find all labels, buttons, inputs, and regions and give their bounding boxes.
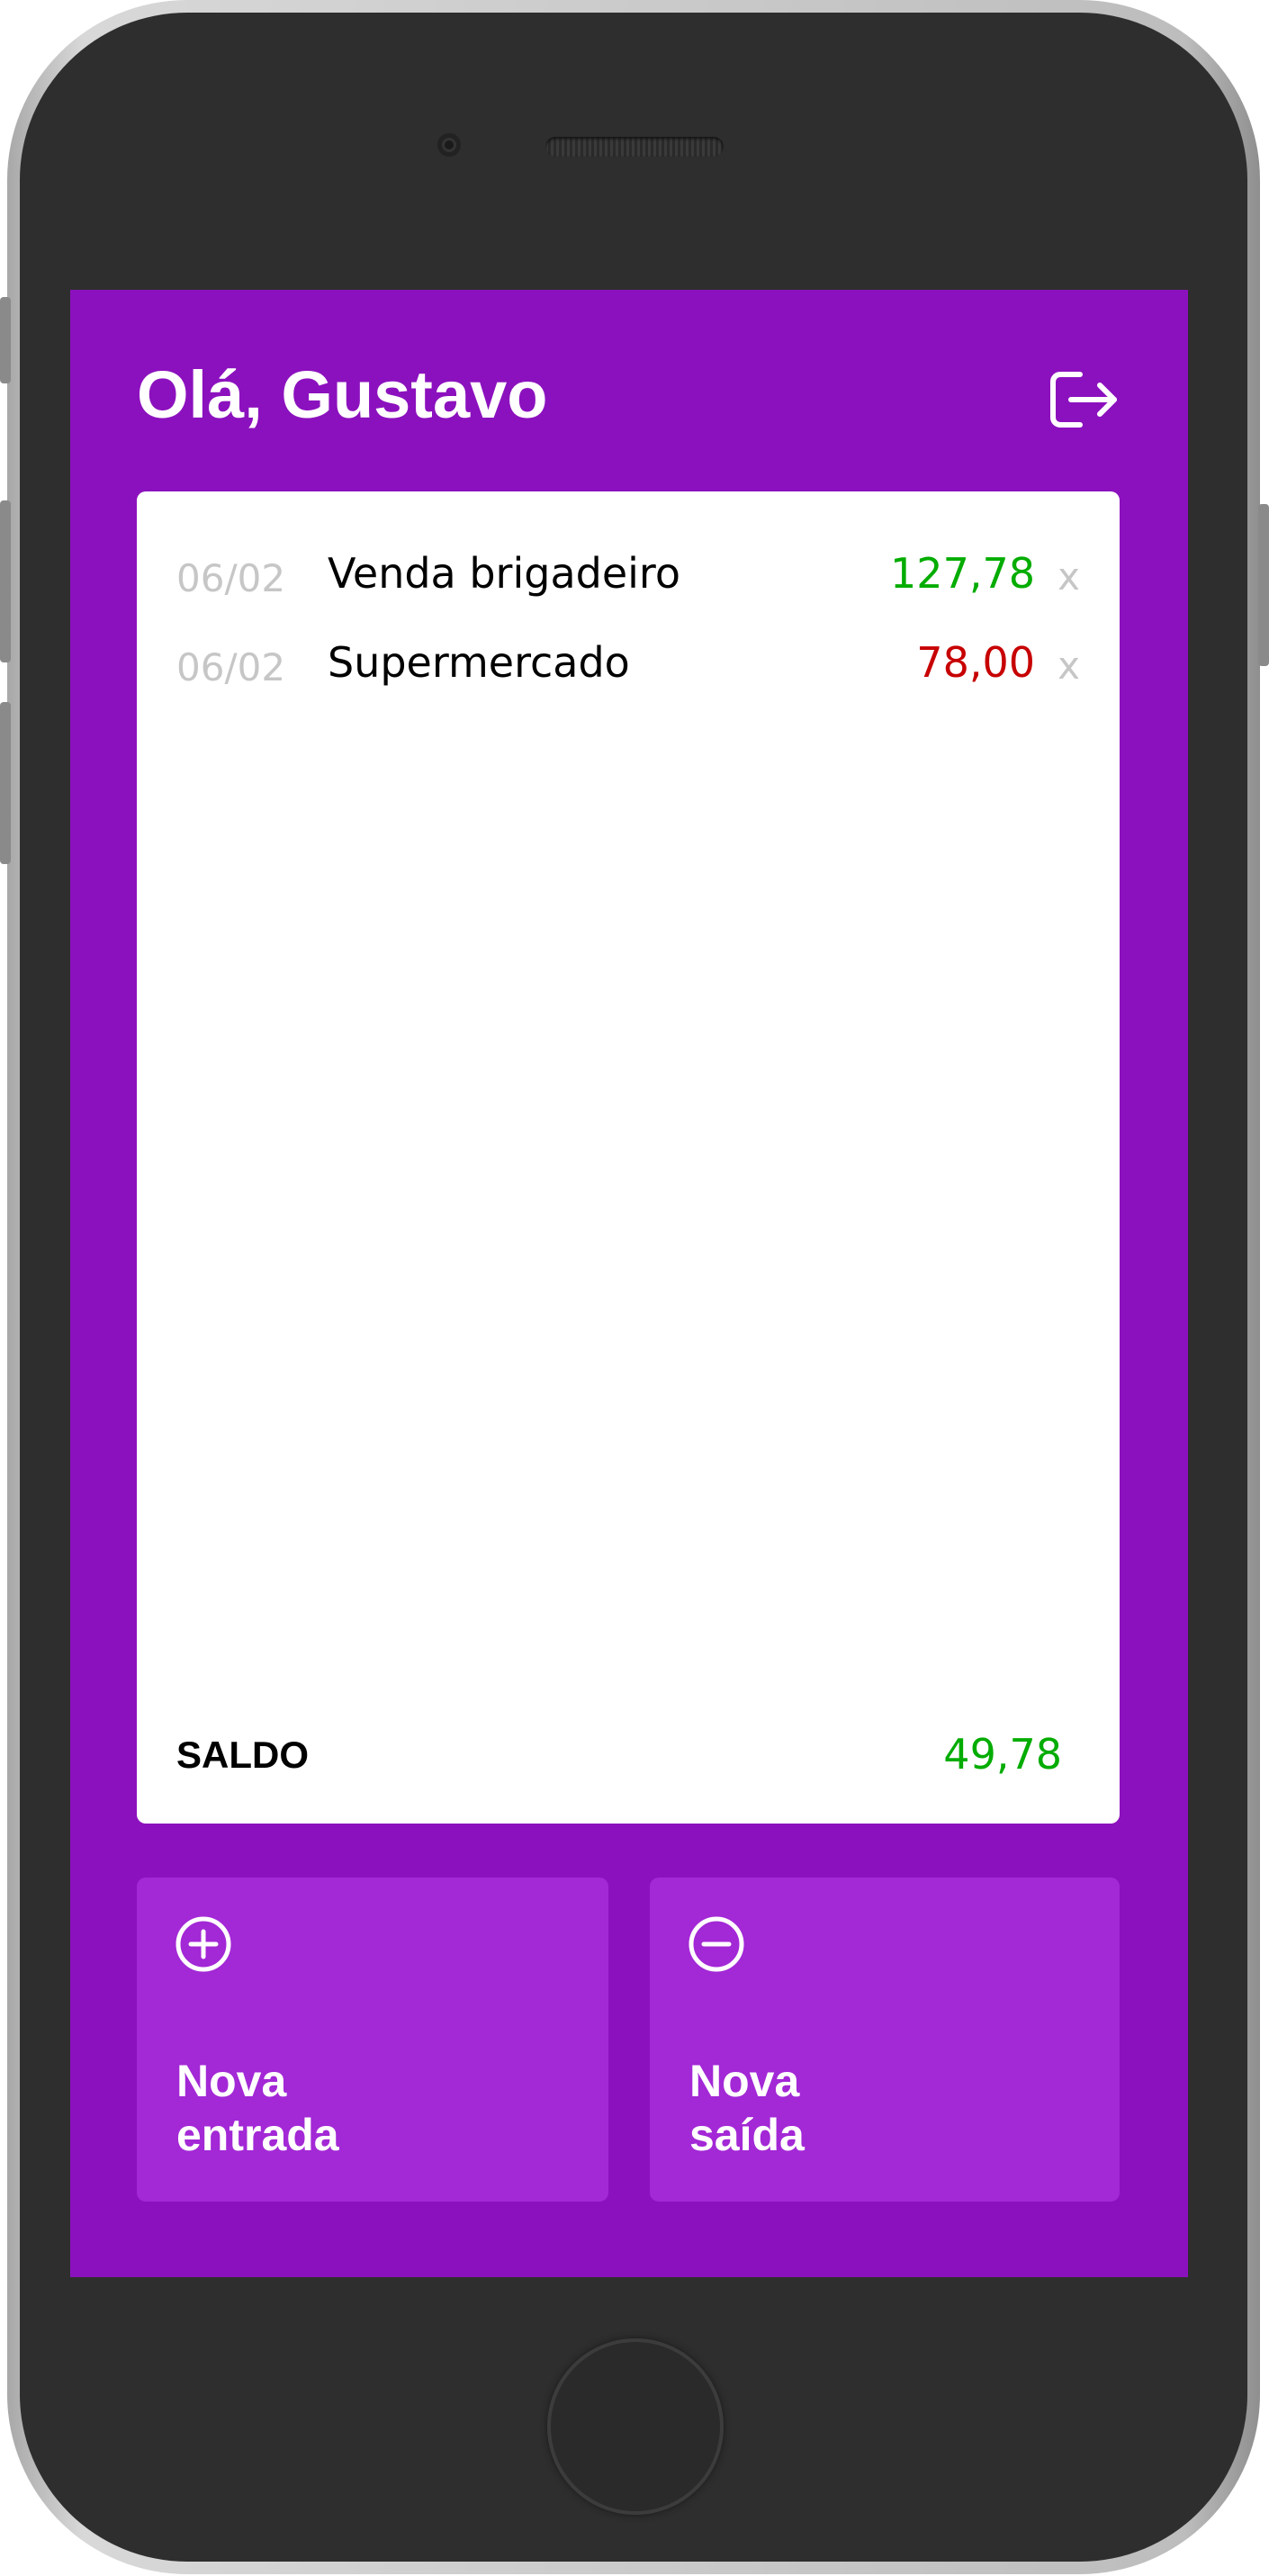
app-screen: Olá, Gustavo 06/02 Venda brigadeiro 127,… [70,290,1188,2277]
plus-circle-icon [176,1916,231,1972]
new-entry-label: Nova entrada [176,2054,446,2162]
transaction-date: 06/02 [176,645,286,689]
balance-label: SALDO [176,1734,309,1776]
transaction-row: 06/02 Supermercado 78,00 x [176,631,1080,694]
speaker-grille [545,137,724,157]
transaction-amount: 78,00 [916,638,1035,687]
new-entry-button[interactable]: Nova entrada [137,1878,608,2202]
balance-value: 49,78 [943,1730,1062,1779]
home-button[interactable] [547,2338,724,2515]
delete-transaction-button[interactable]: x [1058,644,1080,688]
minus-circle-icon [688,1916,744,1972]
logout-icon[interactable] [1049,369,1121,430]
transaction-amount: 127,78 [890,549,1035,598]
header: Olá, Gustavo [137,344,1121,452]
transaction-description: Supermercado [328,638,630,687]
new-entry-label-line1: Nova [176,2056,287,2106]
transaction-date: 06/02 [176,556,286,600]
phone-volume-down [0,702,11,864]
transactions-card: 06/02 Venda brigadeiro 127,78 x 06/02 Su… [137,491,1120,1824]
phone-silent-switch [0,297,11,383]
new-exit-label-line2: saída [689,2110,805,2160]
delete-transaction-button[interactable]: x [1058,554,1080,599]
camera-icon [437,133,461,157]
transaction-row: 06/02 Venda brigadeiro 127,78 x [176,542,1080,605]
new-entry-label-line2: entrada [176,2110,339,2160]
phone-volume-up [0,500,11,662]
new-exit-label: Nova saída [689,2054,959,2162]
page-title: Olá, Gustavo [137,357,548,432]
new-exit-button[interactable]: Nova saída [650,1878,1120,2202]
new-exit-label-line1: Nova [689,2056,800,2106]
phone-power-button [1258,504,1269,666]
transaction-description: Venda brigadeiro [328,549,680,598]
